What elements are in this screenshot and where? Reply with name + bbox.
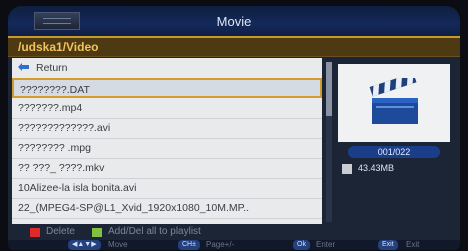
- delete-hint: Delete: [46, 226, 75, 237]
- file-list: Return ????????.DAT ???????.mp4 ????????…: [12, 58, 322, 224]
- scroll-thumb[interactable]: [326, 62, 332, 116]
- file-label: 10Alizee-la isla bonita.avi: [18, 182, 137, 194]
- list-scrollbar[interactable]: [326, 62, 332, 222]
- exit-key-icon: Exit: [378, 240, 398, 250]
- list-item[interactable]: 10Alizee-la isla bonita.avi: [12, 178, 322, 199]
- add-playlist-hint: Add/Del all to playlist: [108, 226, 201, 237]
- page-key-icon: CH±: [178, 240, 200, 250]
- file-label: Return: [36, 62, 68, 74]
- list-item[interactable]: ?? ???_ ????.mkv: [12, 158, 322, 179]
- file-info: 43.43MB: [342, 162, 452, 176]
- file-label: ????????.DAT: [20, 84, 90, 96]
- ok-key-icon: Ok: [293, 240, 310, 250]
- return-item[interactable]: Return: [12, 58, 322, 79]
- file-label: ?? ???_ ????.mkv: [18, 162, 105, 174]
- current-path: /udska1/Video: [18, 40, 99, 54]
- file-size: 43.43MB: [358, 163, 395, 173]
- title-bar: Movie: [8, 6, 460, 38]
- preview-pane: [338, 64, 450, 142]
- red-button-icon: [30, 228, 40, 237]
- file-size-icon: [342, 164, 352, 174]
- enter-label: Enter: [316, 240, 336, 249]
- file-label: ?????????????.avi: [18, 122, 111, 134]
- move-label: Move: [108, 240, 128, 249]
- list-item[interactable]: 22_(MPEG4-SP@L1_Xvid_1920x1080_10M.MP..: [12, 198, 322, 219]
- footer-key-bar: ◀▲▼▶ Move CH± Page+/- Ok Enter Exit Exit: [8, 240, 460, 250]
- file-label: ???????.mp4: [18, 102, 83, 114]
- file-counter: 001/022: [348, 146, 440, 158]
- exit-label: Exit: [406, 240, 420, 249]
- media-player-screen: Movie /udska1/Video Return ????????.DAT …: [8, 6, 460, 250]
- file-label: ???????? .mpg: [18, 142, 91, 154]
- list-item[interactable]: ?????????????.avi: [12, 118, 322, 139]
- list-item[interactable]: ???????.mp4: [12, 98, 322, 119]
- action-hints: Delete Add/Del all to playlist: [12, 226, 452, 238]
- list-item-selected[interactable]: ????????.DAT: [12, 78, 322, 98]
- path-bar: /udska1/Video: [8, 38, 460, 57]
- clapperboard-icon: [369, 78, 418, 124]
- file-label: 22_(MPEG4-SP@L1_Xvid_1920x1080_10M.MP..: [18, 202, 250, 214]
- page-label: Page+/-: [206, 240, 235, 249]
- window-title: Movie: [216, 14, 252, 29]
- list-item[interactable]: ???????? .mpg: [12, 138, 322, 159]
- return-icon: [18, 63, 29, 71]
- move-key-icon: ◀▲▼▶: [68, 240, 101, 250]
- green-button-icon: [92, 228, 102, 237]
